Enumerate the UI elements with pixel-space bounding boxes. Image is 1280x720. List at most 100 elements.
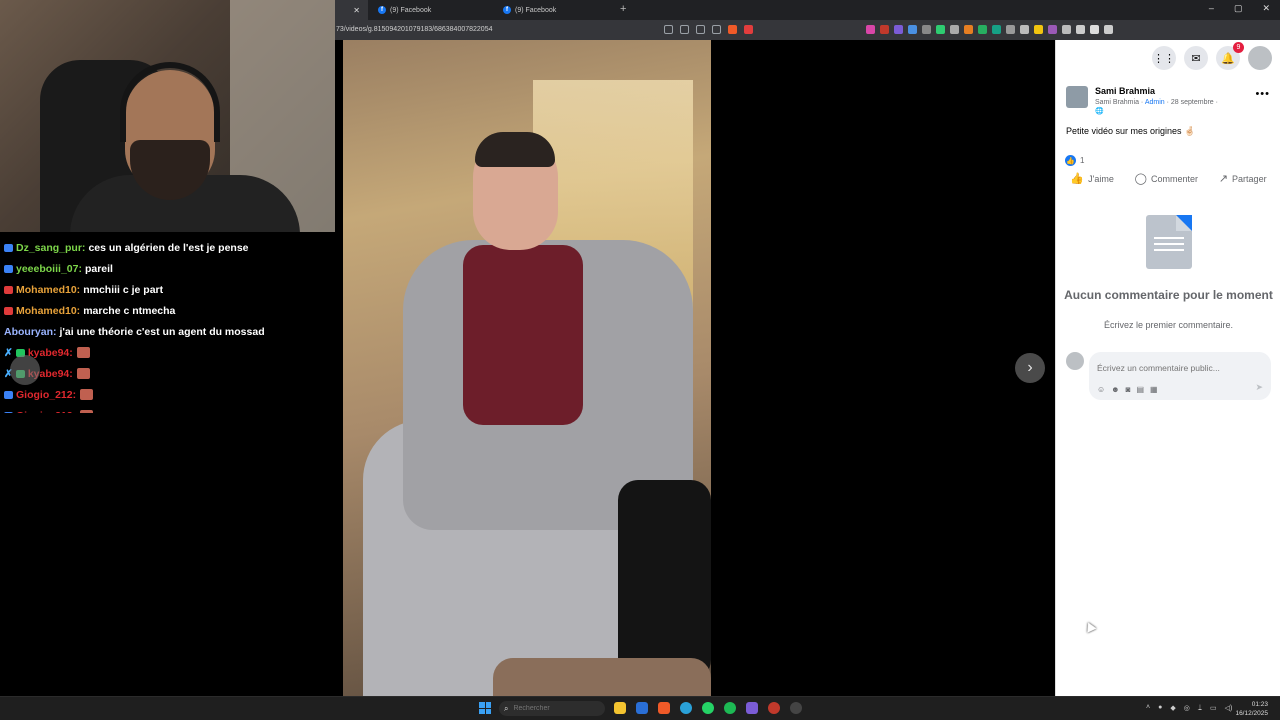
- monitor-icon[interactable]: ▭: [1210, 704, 1217, 712]
- share-button[interactable]: ↗ Partager: [1219, 172, 1267, 185]
- tray-app-icon[interactable]: ◆: [1170, 704, 1175, 712]
- extension-icon[interactable]: [908, 25, 917, 34]
- account-avatar[interactable]: [1248, 46, 1272, 70]
- extension-icon[interactable]: [950, 25, 959, 34]
- file-explorer-icon[interactable]: [614, 702, 626, 714]
- store-icon[interactable]: [636, 702, 648, 714]
- comment-button[interactable]: ◯ Commenter: [1135, 172, 1198, 185]
- spotify-icon[interactable]: [724, 702, 736, 714]
- close-window-icon[interactable]: ✕: [1262, 3, 1270, 14]
- reactions-summary[interactable]: 👍 1: [1065, 155, 1084, 166]
- extension-icon[interactable]: [1020, 25, 1029, 34]
- window-controls: – ▢ ✕: [1209, 3, 1270, 14]
- chat-overlay-button[interactable]: [10, 355, 40, 385]
- tab-facebook-1[interactable]: f (9) Facebook: [370, 0, 495, 20]
- share-icon[interactable]: [712, 25, 721, 34]
- chat-username[interactable]: Mohamed10:: [16, 305, 80, 317]
- menu-icon[interactable]: [1104, 25, 1113, 34]
- post-author[interactable]: Sami Brahmia: [1095, 86, 1218, 96]
- chat-emote: [80, 410, 94, 413]
- extension-icon[interactable]: [978, 25, 987, 34]
- chevron-up-icon[interactable]: ˄: [1146, 704, 1150, 712]
- app-icon[interactable]: [790, 702, 802, 714]
- minimize-icon[interactable]: –: [1209, 3, 1214, 14]
- chat-username[interactable]: yeeeboiii_07:: [16, 263, 82, 275]
- thumbs-up-icon: 👍: [1070, 173, 1085, 185]
- messenger-button[interactable]: ✉: [1184, 46, 1208, 70]
- brave-shield-icon[interactable]: [728, 25, 737, 34]
- extension-icon[interactable]: [922, 25, 931, 34]
- no-comments-subtitle: Écrivez le premier commentaire.: [1103, 320, 1234, 330]
- discord-icon[interactable]: [746, 702, 758, 714]
- sticker-icon[interactable]: ▦: [1150, 385, 1158, 394]
- clock-date: 16/12/2025: [1235, 710, 1268, 717]
- microphone-icon[interactable]: ⍊: [1198, 704, 1202, 712]
- extension-icon[interactable]: [894, 25, 903, 34]
- gif-icon[interactable]: ▤: [1136, 385, 1144, 394]
- new-tab-button[interactable]: +: [620, 3, 626, 15]
- like-button[interactable]: 👍 J'aime: [1070, 172, 1113, 185]
- post-caption: Petite vidéo sur mes origines 🤞🏻: [1066, 126, 1196, 136]
- network-icon[interactable]: ◎: [1184, 704, 1190, 712]
- close-icon[interactable]: ✕: [353, 6, 360, 15]
- post-date[interactable]: 28 septembre: [1171, 99, 1214, 106]
- reader-icon[interactable]: [696, 25, 705, 34]
- menu-grid-button[interactable]: ⋮⋮: [1152, 46, 1176, 70]
- maximize-icon[interactable]: ▢: [1234, 3, 1243, 14]
- url-bar-icons: [664, 25, 753, 34]
- volume-icon[interactable]: ◁): [1225, 704, 1233, 712]
- tab-active[interactable]: ✕: [335, 0, 368, 20]
- stream-chat: Dz_sang_pur: ces un algérien de l'est je …: [4, 237, 334, 413]
- telegram-icon[interactable]: [680, 702, 692, 714]
- chat-username[interactable]: Dz_sang_pur:: [16, 242, 85, 254]
- brave-icon[interactable]: [658, 702, 670, 714]
- chat-username[interactable]: Giogio_212:: [16, 410, 76, 414]
- clock-time: 01:23: [1251, 701, 1268, 708]
- avatar[interactable]: [1066, 352, 1084, 370]
- extension-icon[interactable]: [992, 25, 1001, 34]
- cast-icon[interactable]: [664, 25, 673, 34]
- chat-username[interactable]: kyabe94:: [28, 347, 73, 359]
- tray-app-icon[interactable]: ●: [1158, 704, 1162, 712]
- extension-icon[interactable]: [936, 25, 945, 34]
- zoom-icon[interactable]: [680, 25, 689, 34]
- extension-icon[interactable]: [880, 25, 889, 34]
- taskbar-clock[interactable]: 01:23 16/12/2025: [1235, 700, 1268, 718]
- camera-icon[interactable]: ◙: [1126, 385, 1131, 394]
- comment-composer: ☺ ☻ ◙ ▤ ▦ ➤: [1066, 352, 1271, 400]
- extension-icon[interactable]: [1090, 25, 1099, 34]
- video-player[interactable]: [343, 40, 711, 696]
- extension-icon[interactable]: [964, 25, 973, 34]
- page-avatar[interactable]: [1066, 86, 1088, 108]
- taskbar-search-input[interactable]: [513, 705, 594, 712]
- whatsapp-icon[interactable]: [702, 702, 714, 714]
- extension-icon[interactable]: [866, 25, 875, 34]
- extension-icon[interactable]: [1062, 25, 1071, 34]
- next-video-button[interactable]: ›: [1015, 353, 1045, 383]
- chat-username[interactable]: Giogio_212:: [16, 389, 76, 401]
- chat-emote: [76, 368, 90, 379]
- tab-facebook-2[interactable]: f (9) Facebook: [495, 0, 620, 20]
- meta-author[interactable]: Sami Brahmia: [1095, 99, 1139, 106]
- url-text[interactable]: 73/videos/g.815094201079183/686384007822…: [336, 26, 493, 33]
- comment-input[interactable]: [1097, 363, 1263, 373]
- brave-rewards-icon[interactable]: [744, 25, 753, 34]
- start-button[interactable]: [479, 702, 491, 714]
- emoji-icon[interactable]: ☻: [1111, 385, 1119, 394]
- chat-text: j'ai une théorie c'est un agent du mossa…: [59, 325, 265, 338]
- notifications-button[interactable]: 🔔 9: [1216, 42, 1244, 70]
- more-options-button[interactable]: •••: [1255, 88, 1270, 100]
- video-foreground: [493, 658, 711, 696]
- chat-message: ✗ kyabe94:: [4, 342, 334, 363]
- send-icon[interactable]: ➤: [1255, 382, 1263, 393]
- chat-username[interactable]: Abouryan:: [4, 326, 57, 338]
- app-icon[interactable]: [768, 702, 780, 714]
- extension-icon[interactable]: [1076, 25, 1085, 34]
- avatar-sticker-icon[interactable]: ☺: [1097, 385, 1105, 394]
- extension-icon[interactable]: [1034, 25, 1043, 34]
- chat-username[interactable]: Mohamed10:: [16, 284, 80, 296]
- extension-icon[interactable]: [1006, 25, 1015, 34]
- chat-badge-icon: [4, 285, 13, 294]
- extension-icon[interactable]: [1048, 25, 1057, 34]
- taskbar-search[interactable]: ⌕: [499, 701, 605, 716]
